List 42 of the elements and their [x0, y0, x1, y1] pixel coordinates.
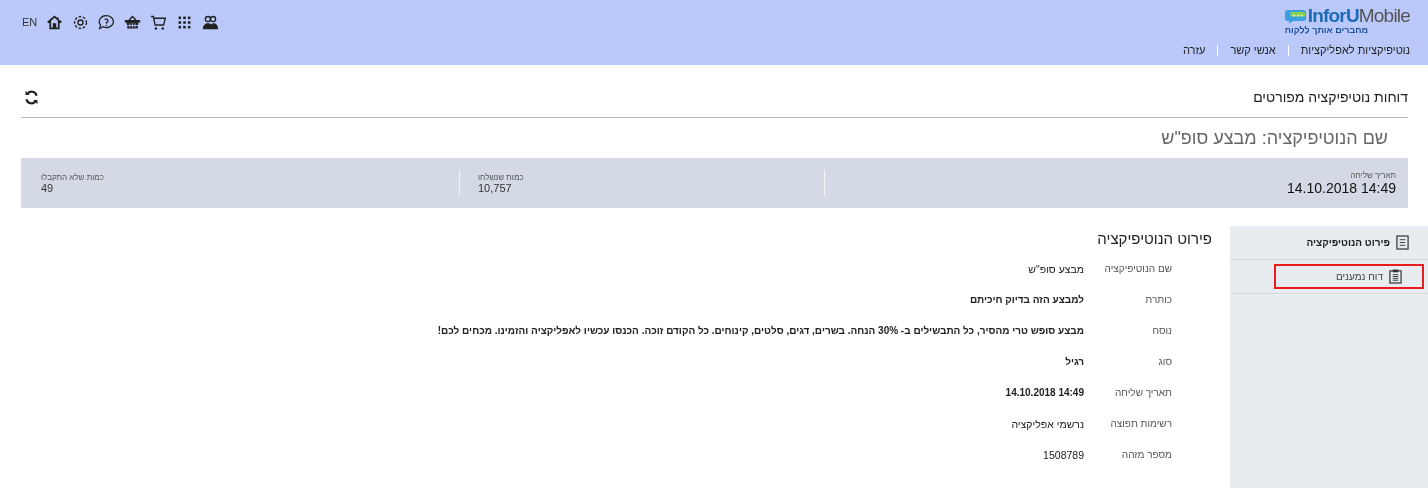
field-value: למבצע הזה בדיוק חיכיתם: [969, 294, 1084, 305]
field-value: 1508789: [1043, 448, 1084, 461]
sidebar-item[interactable]: דוח נמענים: [1273, 264, 1424, 289]
stat-label: כמות שנשלחו: [478, 172, 524, 182]
stat-value: 10,757: [478, 181, 512, 194]
field-value: מבצע סופש טרי מהסיר, כל התבשילים ב- 30% הנחה. בשרים, דגים, סלטים, קינוחים. כל הקודם זוכה. הכנסו עכשיו לאפליקציה והזמינו. מכחים לכם!: [437, 325, 1084, 336]
users-icon[interactable]: [202, 13, 220, 31]
field-label: מספר מזהה: [1120, 449, 1173, 460]
field-value: נרשמי אפליקציה: [1011, 417, 1084, 430]
basket-icon[interactable]: [124, 13, 142, 31]
document-icon: [1396, 235, 1409, 250]
logo-text: Mobile: [1358, 5, 1410, 26]
refresh-icon[interactable]: [23, 88, 40, 106]
nav-link[interactable]: נוטיפיקציות לאפליקציות: [1300, 44, 1410, 56]
field-label: סוג: [1157, 356, 1173, 367]
notification-name: שם הנוטיפיקציה: מבצע סופ"ש: [1160, 127, 1389, 150]
nav-link[interactable]: עזרה: [1182, 44, 1206, 56]
field-label: כותרת: [1144, 294, 1173, 305]
field-label: תאריך שליחה: [1114, 387, 1173, 398]
field-label: נוסח: [1151, 325, 1173, 336]
field-value: רגיל: [1065, 356, 1084, 367]
stat-label: תאריך שליחה: [1350, 170, 1396, 180]
field-value: מבצע סופ"ש: [1028, 262, 1084, 275]
section-title: פירוט הנוטיפיקציה: [1096, 230, 1212, 247]
field-label: שם הנוטיפיקציה: [1103, 263, 1173, 274]
stat-value: 49: [41, 181, 54, 194]
home-icon[interactable]: [46, 13, 64, 31]
help-icon[interactable]: [98, 13, 116, 31]
page-title: דוחות נוטיפיקציה מפורטים: [1253, 89, 1408, 105]
sidebar-item[interactable]: פירוט הנוטיפיקציה: [1299, 230, 1416, 255]
field-value: 14.10.2018 14:49: [1005, 387, 1084, 398]
logo-tagline: מחברים אותך ללקוח: [1284, 25, 1368, 35]
language-link[interactable]: EN: [22, 16, 38, 28]
chat-bubble-icon: [1284, 7, 1307, 25]
clipboard-icon: [1389, 269, 1402, 284]
nav-link[interactable]: אנשי קשר: [1230, 44, 1276, 56]
stat-value: 14.10.2018 14:49: [1287, 179, 1396, 196]
field-label: רשימות תפוצה: [1109, 418, 1173, 429]
stat-label: כמות שלא התקבלו: [41, 172, 104, 182]
cart-icon[interactable]: [150, 13, 168, 31]
logo-text: InforU: [1307, 5, 1359, 26]
settings-icon[interactable]: [72, 13, 90, 31]
